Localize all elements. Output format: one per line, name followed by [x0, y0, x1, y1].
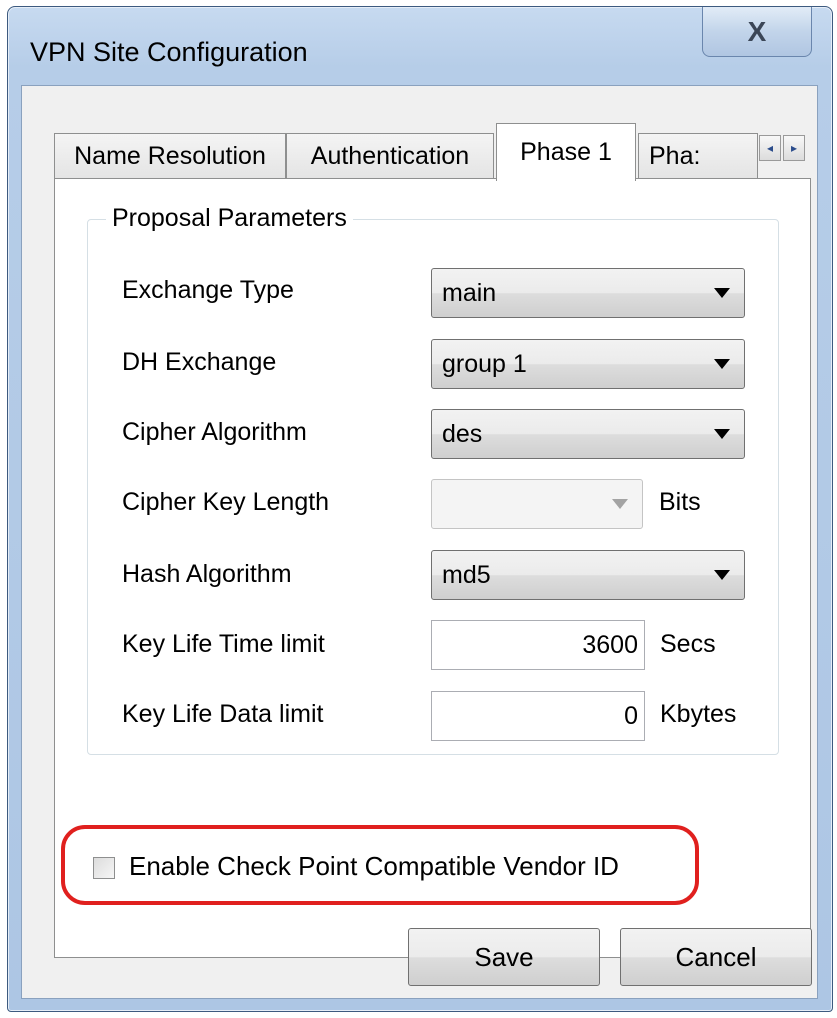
- cipher-key-length-unit: Bits: [659, 488, 701, 516]
- tab-phase-2[interactable]: Pha:: [638, 133, 758, 179]
- close-icon: X: [747, 15, 767, 47]
- chevron-right-icon: ▸: [790, 141, 798, 155]
- tab-phase-1[interactable]: Phase 1: [496, 123, 636, 181]
- key-life-data-label: Key Life Data limit: [122, 700, 324, 728]
- tab-authentication[interactable]: Authentication: [286, 133, 494, 179]
- save-button-label: Save: [474, 941, 534, 972]
- dialog-window: VPN Site Configuration X Name Resolution…: [7, 6, 833, 1012]
- close-button[interactable]: X: [702, 7, 812, 57]
- dropdown-arrow-icon: [714, 429, 730, 439]
- hash-algorithm-select[interactable]: md5: [431, 550, 745, 600]
- tab-scroll-right-button[interactable]: ▸: [783, 135, 805, 161]
- save-button[interactable]: Save: [408, 928, 600, 986]
- window-title: VPN Site Configuration: [30, 37, 308, 67]
- phase-1-panel: Proposal Parameters Exchange Type main D…: [54, 178, 811, 958]
- group-legend: Proposal Parameters: [106, 204, 353, 233]
- key-life-time-label: Key Life Time limit: [122, 630, 325, 658]
- hash-algorithm-label: Hash Algorithm: [122, 560, 292, 588]
- cipher-algorithm-label: Cipher Algorithm: [122, 418, 307, 446]
- exchange-type-value: main: [442, 278, 497, 307]
- dropdown-arrow-icon: [714, 288, 730, 298]
- key-life-time-input[interactable]: 3600: [431, 620, 645, 670]
- key-life-data-unit: Kbytes: [660, 700, 737, 728]
- tab-scroll-buttons: ◂ ▸: [759, 135, 805, 161]
- dialog-client-area: Name Resolution Authentication Phase 1 P…: [21, 85, 818, 999]
- vendor-id-checkbox[interactable]: [93, 857, 115, 879]
- cancel-button[interactable]: Cancel: [620, 928, 812, 986]
- cipher-key-length-select[interactable]: [431, 479, 643, 529]
- exchange-type-label: Exchange Type: [122, 276, 294, 304]
- key-life-data-input[interactable]: 0: [431, 691, 645, 741]
- tab-name-resolution[interactable]: Name Resolution: [54, 133, 286, 179]
- cipher-algorithm-select[interactable]: des: [431, 409, 745, 459]
- hash-algorithm-value: md5: [442, 560, 491, 589]
- exchange-type-select[interactable]: main: [431, 268, 745, 318]
- tab-label: Phase 1: [520, 138, 612, 166]
- tab-label: Authentication: [310, 142, 470, 170]
- dropdown-arrow-icon: [714, 359, 730, 369]
- vendor-id-label[interactable]: Enable Check Point Compatible Vendor ID: [129, 851, 619, 882]
- proposal-parameters-group: Proposal Parameters Exchange Type main D…: [87, 204, 779, 755]
- dh-exchange-select[interactable]: group 1: [431, 339, 745, 389]
- cipher-algorithm-value: des: [442, 419, 483, 448]
- tab-scroll-left-button[interactable]: ◂: [759, 135, 781, 161]
- tab-label: Pha:: [649, 142, 701, 170]
- cipher-key-length-label: Cipher Key Length: [122, 488, 330, 516]
- tab-label: Name Resolution: [74, 142, 266, 170]
- dropdown-arrow-icon: [612, 499, 628, 509]
- chevron-left-icon: ◂: [766, 141, 774, 155]
- key-life-data-value: 0: [624, 701, 638, 730]
- dh-exchange-label: DH Exchange: [122, 348, 277, 376]
- cancel-button-label: Cancel: [675, 941, 757, 972]
- key-life-time-unit: Secs: [660, 630, 716, 658]
- dh-exchange-value: group 1: [442, 349, 527, 378]
- tab-strip: Name Resolution Authentication Phase 1 P…: [54, 123, 805, 181]
- dropdown-arrow-icon: [714, 570, 730, 580]
- key-life-time-value: 3600: [582, 630, 638, 659]
- title-bar: VPN Site Configuration X: [8, 7, 832, 87]
